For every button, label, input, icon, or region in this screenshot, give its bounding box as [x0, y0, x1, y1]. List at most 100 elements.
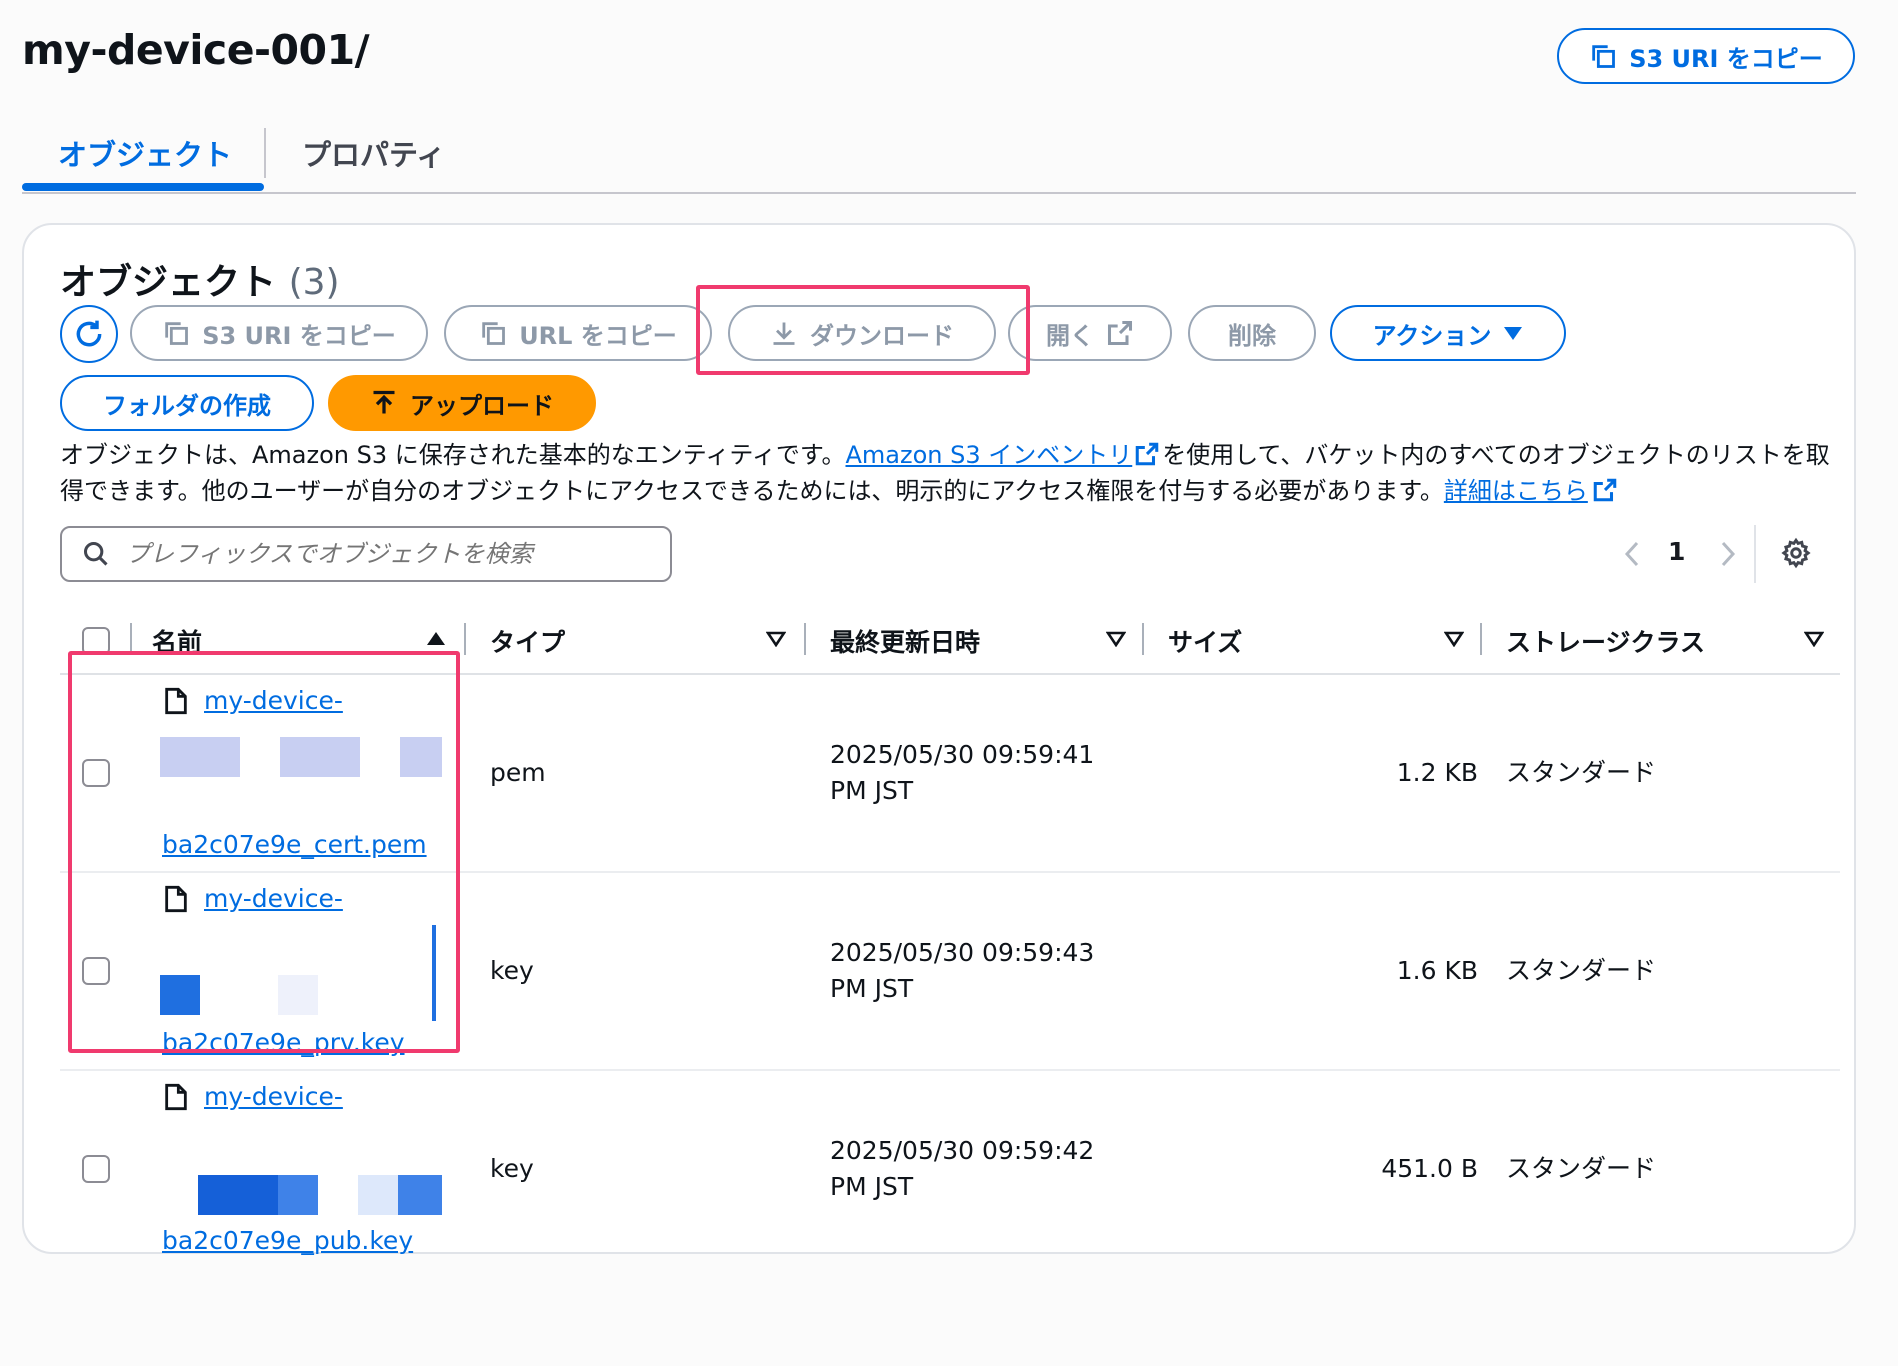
column-header-last-modified[interactable]: 最終更新日時 — [830, 623, 980, 659]
object-name-link-suffix[interactable]: ba2c07e9e_pub.key — [162, 1223, 413, 1259]
object-last-modified-tz: PM JST — [830, 1172, 914, 1201]
object-last-modified: 2025/05/30 09:59:43 — [830, 938, 1095, 967]
copy-s3-uri-header-label: S3 URI をコピー — [1629, 44, 1823, 73]
redacted-filename — [160, 737, 442, 777]
open-label: 開く — [1046, 321, 1094, 350]
copy-icon — [482, 322, 506, 345]
row-checkbox[interactable] — [82, 957, 110, 985]
upload-label: アップロード — [410, 391, 554, 420]
object-last-modified-tz: PM JST — [830, 974, 914, 1003]
create-folder-label: フォルダの作成 — [103, 391, 271, 420]
object-type: key — [490, 956, 534, 985]
sort-descending-icon[interactable] — [1106, 631, 1126, 647]
refresh-button[interactable] — [60, 305, 118, 363]
redacted-filename — [432, 925, 436, 1021]
search-box[interactable] — [60, 526, 672, 582]
objects-panel: オブジェクト (3) S3 URI をコピー URL をコピー ダウンロード 開… — [22, 223, 1856, 1255]
column-header-type[interactable]: タイプ — [490, 623, 565, 659]
object-last-modified: 2025/05/30 09:59:42 — [830, 1136, 1095, 1165]
object-type: key — [490, 1154, 534, 1183]
object-size: 1.2 KB — [1396, 758, 1478, 787]
object-type: pem — [490, 758, 546, 787]
column-header-storage-class[interactable]: ストレージクラス — [1506, 623, 1705, 659]
upload-button[interactable]: アップロード — [328, 375, 596, 431]
create-folder-button[interactable]: フォルダの作成 — [60, 375, 314, 431]
column-separator — [1480, 623, 1482, 655]
column-separator — [1142, 623, 1144, 655]
object-size: 1.6 KB — [1396, 956, 1478, 985]
external-link-icon[interactable] — [1134, 441, 1160, 467]
object-size: 451.0 B — [1381, 1154, 1478, 1183]
current-page-number[interactable]: 1 — [1668, 537, 1685, 566]
objects-description: オブジェクトは、Amazon S3 に保存された基本的なエンティティです。Ama… — [60, 437, 1840, 509]
details-link[interactable]: 詳細はこちら — [1444, 477, 1588, 505]
download-button[interactable]: ダウンロード — [728, 305, 996, 361]
column-separator — [130, 623, 132, 655]
objects-count: (3) — [288, 262, 340, 303]
sort-descending-icon[interactable] — [1444, 631, 1464, 647]
delete-button[interactable]: 削除 — [1188, 305, 1316, 361]
object-storage-class: スタンダード — [1506, 956, 1657, 985]
refresh-icon — [76, 320, 102, 347]
gear-icon[interactable] — [1780, 537, 1812, 569]
description-text-1: オブジェクトは、Amazon S3 に保存された基本的なエンティティです。 — [60, 441, 846, 469]
objects-heading-label: オブジェクト — [60, 262, 277, 303]
tab-properties[interactable]: プロパティ — [302, 132, 445, 174]
tab-bar: オブジェクト プロパティ — [22, 118, 1856, 194]
external-link-icon[interactable] — [1592, 477, 1618, 503]
copy-icon — [1592, 45, 1616, 68]
sort-ascending-icon[interactable] — [426, 631, 446, 647]
search-icon — [83, 541, 108, 566]
file-icon — [165, 1083, 187, 1111]
object-name-link-suffix[interactable]: ba2c07e9e_cert.pem — [162, 827, 427, 863]
active-tab-indicator — [22, 183, 264, 191]
redacted-filename — [198, 1175, 442, 1215]
table-row[interactable]: my-device- ba2c07e9e_pub.key key 2025/05… — [60, 1071, 1840, 1269]
object-storage-class: スタンダード — [1506, 1154, 1657, 1183]
sort-descending-icon[interactable] — [1804, 631, 1824, 647]
copy-url-button[interactable]: URL をコピー — [444, 305, 712, 361]
column-header-name[interactable]: 名前 — [152, 623, 202, 659]
copy-s3-uri-label: S3 URI をコピー — [202, 321, 396, 350]
sort-descending-icon[interactable] — [766, 631, 786, 647]
table-row[interactable]: my-device- ba2c07e9e_prv.key key 2025/05… — [60, 873, 1840, 1071]
copy-s3-uri-button[interactable]: S3 URI をコピー — [130, 305, 428, 361]
row-checkbox[interactable] — [82, 1155, 110, 1183]
select-all-checkbox[interactable] — [82, 627, 110, 655]
search-input[interactable] — [126, 540, 646, 568]
copy-s3-uri-header-button[interactable]: S3 URI をコピー — [1557, 28, 1855, 84]
object-name-link-suffix[interactable]: ba2c07e9e_prv.key — [162, 1025, 405, 1061]
inventory-link[interactable]: Amazon S3 インベントリ — [845, 441, 1132, 469]
table-header: 名前 タイプ 最終更新日時 サイズ ストレージクラス — [60, 587, 1840, 675]
delete-label: 削除 — [1228, 321, 1276, 350]
copy-url-label: URL をコピー — [519, 321, 677, 350]
download-icon — [773, 322, 795, 345]
row-checkbox[interactable] — [82, 759, 110, 787]
object-storage-class: スタンダード — [1506, 758, 1657, 787]
tab-separator — [264, 128, 266, 178]
table-row[interactable]: my-device- ba2c07e9e_cert.pem pem 2025/0… — [60, 675, 1840, 873]
copy-icon — [165, 322, 189, 345]
chevron-right-icon[interactable] — [1716, 539, 1740, 569]
pager-divider — [1754, 525, 1756, 583]
column-separator — [464, 623, 466, 655]
object-last-modified: 2025/05/30 09:59:41 — [830, 740, 1095, 769]
upload-icon — [373, 390, 395, 414]
s3-bucket-folder-page: my-device-001/ S3 URI をコピー オブジェクト プロパティ … — [0, 0, 1898, 1366]
chevron-left-icon[interactable] — [1620, 539, 1644, 569]
object-name-link-prefix[interactable]: my-device- — [204, 881, 343, 917]
caret-down-icon — [1504, 327, 1523, 340]
download-label: ダウンロード — [810, 321, 954, 350]
file-icon — [165, 885, 187, 913]
object-name-link-prefix[interactable]: my-device- — [204, 1079, 343, 1115]
actions-dropdown-button[interactable]: アクション — [1330, 305, 1566, 361]
column-separator — [804, 623, 806, 655]
actions-label: アクション — [1372, 321, 1492, 350]
external-link-icon — [1107, 320, 1133, 346]
tab-objects[interactable]: オブジェクト — [58, 132, 232, 174]
object-name-link-prefix[interactable]: my-device- — [204, 683, 343, 719]
redacted-filename — [278, 975, 318, 1015]
column-header-size[interactable]: サイズ — [1168, 623, 1242, 659]
page-title: my-device-001/ — [22, 26, 370, 74]
open-button[interactable]: 開く — [1008, 305, 1172, 361]
